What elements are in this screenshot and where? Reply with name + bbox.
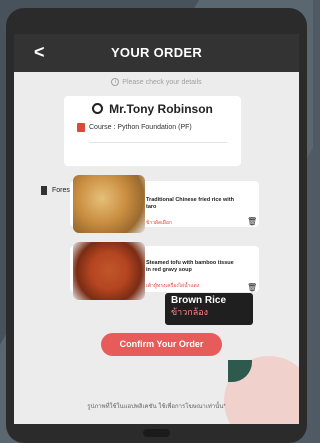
order-item[interactable]: Traditional Chinese fried rice with taro… bbox=[70, 175, 259, 233]
page-title: YOUR ORDER bbox=[110, 45, 203, 60]
food-image bbox=[73, 175, 145, 233]
divider bbox=[89, 142, 227, 143]
user-icon bbox=[92, 103, 104, 114]
door-icon bbox=[41, 186, 47, 195]
food-name: Traditional Chinese fried rice with taro bbox=[146, 197, 235, 210]
info-icon: i bbox=[111, 78, 120, 86]
food-name: Steamed tofu with bamboo tissue in red g… bbox=[146, 260, 234, 273]
order-item[interactable]: Steamed tofu with bamboo tissue in red g… bbox=[70, 242, 259, 300]
food-thai-name: ข้าวผัดเผือก bbox=[146, 220, 172, 226]
rice-tooltip: Brown Rice ข้าวกล้อง bbox=[165, 293, 253, 325]
course-row: Course : Python Foundation (PF) bbox=[77, 123, 192, 132]
home-button[interactable] bbox=[143, 429, 170, 437]
trash-icon[interactable]: 🗑 bbox=[247, 217, 257, 226]
footer-note: รูปภาพที่ใช้ในแอปพลิเคชัน ใช้เพื่อการโฆษ… bbox=[87, 404, 226, 410]
notice-label: Please check your details bbox=[122, 78, 202, 86]
course-icon bbox=[77, 123, 85, 132]
tooltip-en: Brown Rice bbox=[171, 295, 227, 306]
course-label: Course : Python Foundation (PF) bbox=[89, 124, 192, 131]
user-name: Mr.Tony Robinson bbox=[109, 102, 213, 116]
header-bar: < YOUR ORDER bbox=[14, 34, 299, 72]
notice-text: i Please check your details bbox=[14, 78, 299, 86]
app-screen: < YOUR ORDER i Please check your details … bbox=[14, 34, 299, 424]
confirm-order-button[interactable]: Confirm Your Order bbox=[101, 333, 222, 356]
user-card: Mr.Tony Robinson Course : Python Foundat… bbox=[64, 96, 241, 166]
trash-icon[interactable]: 🗑 bbox=[247, 283, 257, 292]
food-thai-name: เต้าหู้ทรงเครื่องไผ่น้ำแดง bbox=[146, 283, 200, 289]
user-name-row: Mr.Tony Robinson bbox=[64, 102, 241, 116]
food-image bbox=[73, 242, 145, 300]
tooltip-th: ข้าวกล้อง bbox=[171, 307, 209, 317]
